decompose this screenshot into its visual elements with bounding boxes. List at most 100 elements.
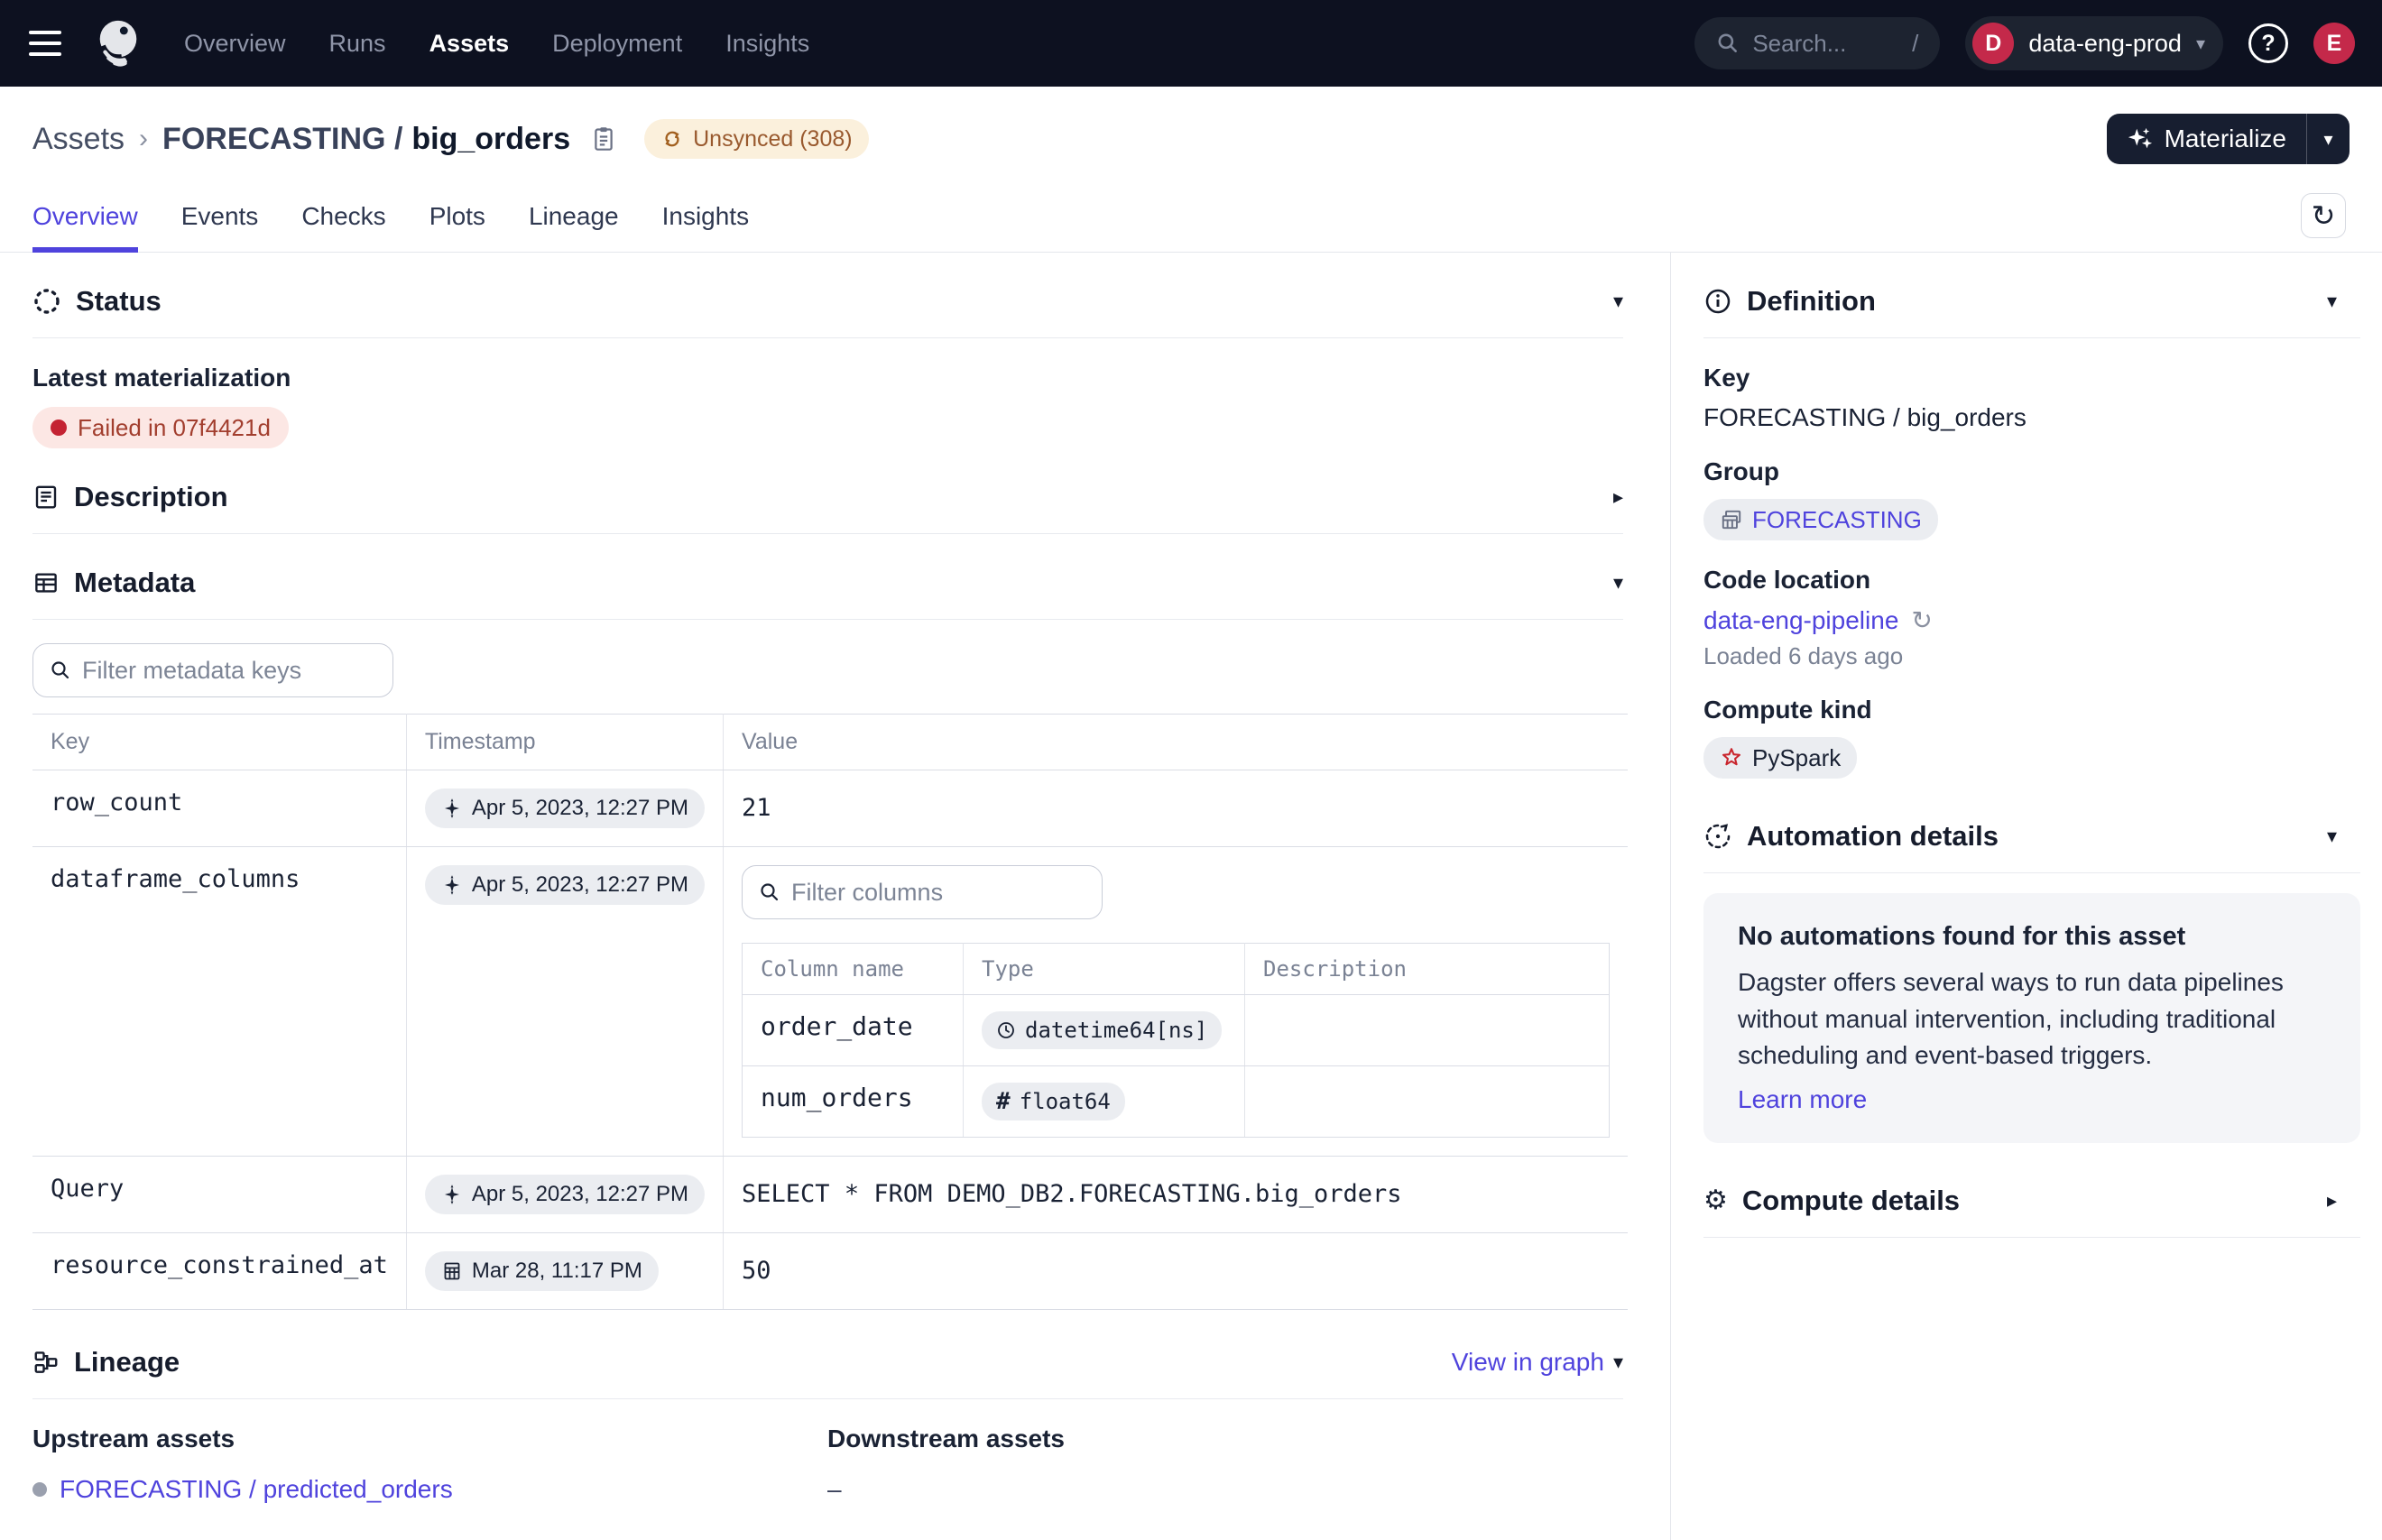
search-input[interactable] (1752, 30, 1899, 58)
divider (1703, 337, 2360, 338)
type-pill: # float64 (982, 1083, 1125, 1120)
learn-more-link[interactable]: Learn more (1738, 1085, 1867, 1113)
columns-filter[interactable] (742, 865, 1103, 919)
view-in-graph-label: View in graph (1452, 1348, 1604, 1377)
materialize-split-button: Materialize ▾ (2107, 114, 2350, 164)
materialize-button-label: Materialize (2165, 124, 2286, 153)
nav-item-deployment[interactable]: Deployment (552, 30, 682, 58)
chevron-down-icon[interactable]: ▾ (2327, 825, 2337, 848)
tab-events[interactable]: Events (181, 180, 259, 252)
downstream-assets-label: Downstream assets (827, 1425, 1065, 1453)
metadata-table-icon (32, 569, 60, 596)
automation-section-title: Automation details (1747, 820, 1999, 853)
chevron-down-icon[interactable]: ▾ (2327, 290, 2337, 313)
refresh-icon: ↻ (2312, 198, 2336, 233)
tab-overview[interactable]: Overview (32, 180, 138, 252)
status-section-header: Status ▾ (32, 253, 1623, 318)
table-row: num_orders # float64 (743, 1066, 1610, 1138)
nav-item-assets[interactable]: Assets (429, 30, 510, 58)
metadata-section-title: Metadata (74, 567, 195, 599)
timestamp-pill[interactable]: Apr 5, 2023, 12:27 PM (425, 865, 705, 905)
group-pill[interactable]: FORECASTING (1703, 499, 1938, 540)
timestamp-pill[interactable]: Apr 5, 2023, 12:27 PM (425, 788, 705, 828)
user-avatar[interactable]: E (2313, 23, 2355, 64)
materialization-sparkle-icon (441, 798, 463, 819)
deployment-switcher[interactable]: D data-eng-prod ▾ (1965, 16, 2223, 70)
chevron-down-icon[interactable]: ▾ (1613, 290, 1623, 313)
chevron-right-icon[interactable]: ▸ (1613, 485, 1623, 509)
status-icon (32, 287, 61, 316)
columns-filter-input[interactable] (791, 879, 1085, 907)
code-location-label: Code location (1703, 566, 2360, 595)
main-column: Status ▾ Latest materialization Failed i… (0, 253, 1671, 1540)
tab-checks[interactable]: Checks (301, 180, 385, 252)
divider (1703, 1237, 2360, 1238)
cell-description (1245, 1066, 1610, 1138)
unsynced-badge-label: Unsynced (308) (693, 126, 852, 152)
columns-table-header-row: Column name Type Description (743, 944, 1610, 995)
compute-kind-label: Compute kind (1703, 696, 2360, 724)
cell-value: 21 (742, 788, 771, 822)
metadata-filter-input[interactable] (82, 657, 376, 685)
breadcrumb-assets-link[interactable]: Assets (32, 122, 125, 157)
page-header: Assets › FORECASTING / big_orders Unsync… (0, 87, 2382, 170)
timestamp-pill[interactable]: Apr 5, 2023, 12:27 PM (425, 1175, 705, 1214)
timestamp-pill[interactable]: Mar 28, 11:17 PM (425, 1251, 659, 1291)
chevron-down-icon[interactable]: ▾ (1613, 571, 1623, 595)
type-pill: datetime64[ns] (982, 1011, 1222, 1049)
tab-lineage[interactable]: Lineage (529, 180, 619, 252)
column-header-value: Value (724, 715, 1629, 770)
cell-key: row_count (32, 770, 406, 847)
copy-asset-key-button[interactable] (590, 124, 617, 153)
unsynced-status-badge[interactable]: Unsynced (308) (644, 119, 868, 159)
compute-details-section-title: Compute details (1742, 1185, 1960, 1217)
nav-item-overview[interactable]: Overview (184, 30, 286, 58)
description-section-header: Description ▸ (32, 448, 1623, 513)
lineage-graph-icon (32, 1349, 60, 1376)
metadata-filter[interactable] (32, 643, 393, 697)
cell-value: SELECT * FROM DEMO_DB2.FORECASTING.big_o… (742, 1175, 1402, 1208)
definition-section-title: Definition (1747, 285, 1876, 318)
table-row: Query Apr 5, 2023, 12:27 PM SELECT * FRO… (32, 1157, 1628, 1233)
refresh-button[interactable]: ↻ (2301, 193, 2346, 238)
cell-key: resource_constrained_at (32, 1233, 406, 1310)
asset-tabs: Overview Events Checks Plots Lineage Ins… (0, 180, 2382, 253)
tab-plots[interactable]: Plots (429, 180, 485, 252)
description-icon (32, 484, 60, 511)
hash-icon: # (996, 1088, 1011, 1115)
key-value: FORECASTING / big_orders (1703, 403, 2360, 432)
automation-empty-title: No automations found for this asset (1738, 922, 2326, 952)
chevron-right-icon[interactable]: ▸ (2327, 1189, 2337, 1213)
deployment-badge: D (1972, 23, 2014, 64)
column-header-timestamp: Timestamp (406, 715, 723, 770)
cell-value: 50 (742, 1251, 771, 1285)
cell-description (1245, 995, 1610, 1066)
table-row: row_count Apr 5, 2023, 12:27 PM 21 (32, 770, 1628, 847)
compute-kind-pill[interactable]: PySpark (1703, 737, 1857, 779)
definition-sidebar: Definition ▾ Key FORECASTING / big_order… (1671, 253, 2382, 1540)
metadata-table-header-row: Key Timestamp Value (32, 715, 1628, 770)
pyspark-star-icon (1720, 746, 1743, 770)
help-icon[interactable]: ? (2248, 23, 2288, 63)
nav-item-runs[interactable]: Runs (329, 30, 386, 58)
upstream-asset-link[interactable]: FORECASTING / predicted_orders (60, 1475, 453, 1504)
dagster-logo-icon[interactable] (92, 17, 144, 69)
global-search[interactable]: / (1694, 17, 1940, 69)
table-row: order_date datetime64[ns] (743, 995, 1610, 1066)
timestamp-label: Apr 5, 2023, 12:27 PM (472, 1182, 688, 1207)
upstream-asset-row: FORECASTING / predicted_orders (32, 1475, 827, 1504)
materialize-dropdown-button[interactable]: ▾ (2306, 114, 2350, 164)
key-label: Key (1703, 364, 2360, 392)
view-in-graph-button[interactable]: View in graph ▾ (1452, 1348, 1623, 1377)
metadata-table: Key Timestamp Value row_count Apr 5, 202… (32, 714, 1628, 1310)
nav-item-insights[interactable]: Insights (725, 30, 809, 58)
materialize-button[interactable]: Materialize (2107, 114, 2306, 164)
timestamp-label: Apr 5, 2023, 12:27 PM (472, 872, 688, 898)
reload-icon[interactable]: ↻ (1911, 605, 1932, 635)
hamburger-menu-icon[interactable] (29, 31, 61, 56)
materialization-status-badge[interactable]: Failed in 07f4421d (32, 407, 289, 448)
tab-insights[interactable]: Insights (662, 180, 750, 252)
latest-materialization-label: Latest materialization (32, 364, 1623, 392)
code-location-link[interactable]: data-eng-pipeline (1703, 606, 1898, 635)
table-row: resource_constrained_at Mar 28, 11:17 PM… (32, 1233, 1628, 1310)
